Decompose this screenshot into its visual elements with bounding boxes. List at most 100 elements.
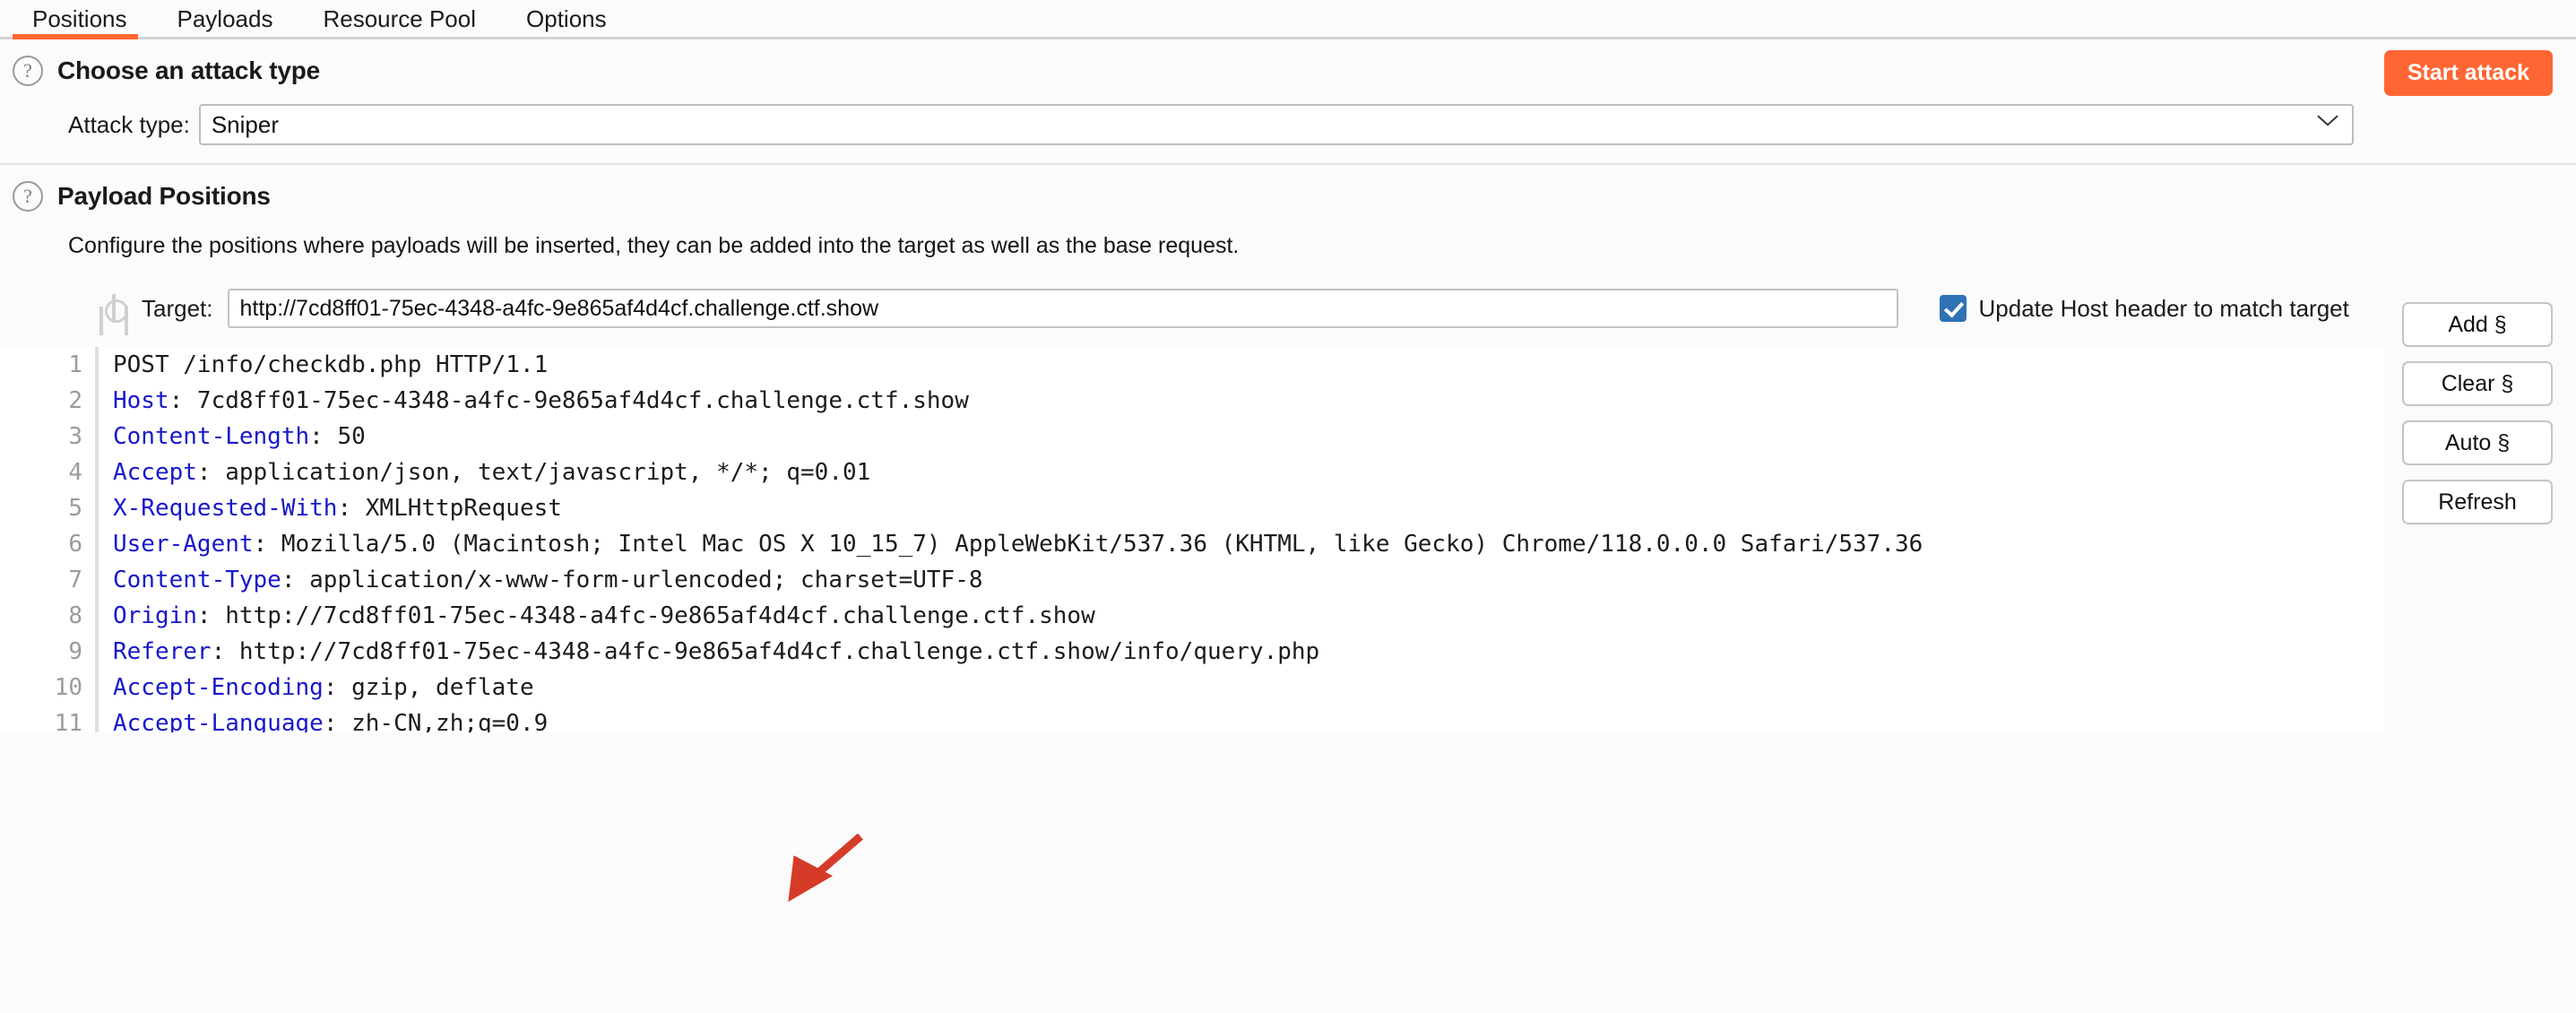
intruder-tab-bar: Positions Payloads Resource Pool Options [0,0,2576,39]
header-name: Referer [113,638,212,665]
header-value: http://7cd8ff01-75ec-4348-a4fc-9e865af4d… [225,638,1320,665]
positions-panel: Target: Update Host header to match targ… [0,282,2576,732]
header-value: gzip, deflate [337,674,534,701]
update-host-checkbox[interactable] [1939,295,1967,322]
code-line[interactable]: 6 User-Agent: Mozilla/5.0 (Macintosh; In… [0,526,2384,562]
header-value: Mozilla/5.0 (Macintosh; Intel Mac OS X 1… [267,531,1923,558]
tab-resource-pool[interactable]: Resource Pool [303,0,506,39]
header-colon: : [211,638,226,665]
attack-type-select[interactable]: Sniper [198,104,2354,145]
line-content: Content-Type: application/x-www-form-url… [97,562,983,598]
target-label: Target: [142,294,213,322]
header-name: Host [113,387,169,414]
start-attack-button[interactable]: Start attack [2383,50,2553,96]
header-value: XMLHttpRequest [351,495,562,522]
code-line[interactable]: 3 Content-Length: 50 [0,419,2384,455]
line-content: Referer: http://7cd8ff01-75ec-4348-a4fc-… [97,634,1319,670]
update-host-checkbox-group[interactable]: Update Host header to match target [1939,294,2349,323]
header-colon: : [196,602,212,629]
code-line[interactable]: 2 Host: 7cd8ff01-75ec-4348-a4fc-9e865af4… [0,383,2384,419]
header-name: Origin [113,602,197,629]
code-line[interactable]: 10 Accept-Encoding: gzip, deflate [0,670,2384,706]
line-number: 4 [0,455,97,490]
line-number: 9 [0,634,97,670]
payload-positions-title: Payload Positions [57,182,271,210]
line-content: Host: 7cd8ff01-75ec-4348-a4fc-9e865af4d4… [97,383,969,419]
line-content: X-Requested-With: XMLHttpRequest [97,490,562,526]
header-value: application/x-www-form-urlencoded; chars… [295,567,983,593]
code-line[interactable]: 8 Origin: http://7cd8ff01-75ec-4348-a4fc… [0,598,2384,634]
header-name: Accept [113,459,197,486]
attack-type-label: Attack type: [68,110,190,138]
tab-payloads-label: Payloads [177,5,273,32]
refresh-button[interactable]: Refresh [2402,480,2553,524]
attack-type-row: Attack type: Sniper [0,93,2576,160]
line-content: POST /info/checkdb.php HTTP/1.1 [113,351,549,378]
line-content: Content-Length: 50 [97,419,366,455]
line-number: 6 [0,526,97,562]
update-host-label: Update Host header to match target [1978,294,2349,322]
tab-positions[interactable]: Positions [13,0,158,39]
header-value: application/json, text/javascript, */*; … [211,459,871,486]
header-name: Accept-Encoding [113,674,324,701]
line-content: Accept: application/json, text/javascrip… [97,455,870,490]
code-line[interactable]: 9 Referer: http://7cd8ff01-75ec-4348-a4f… [0,634,2384,670]
line-number: 11 [0,706,97,732]
attack-type-selected-value: Sniper [211,111,279,138]
position-marker-buttons: Add § Clear § Auto § Refresh [2402,302,2553,524]
payload-positions-section: ? Payload Positions Configure the positi… [0,165,2576,732]
add-marker-button[interactable]: Add § [2402,302,2553,347]
header-name: User-Agent [113,531,254,558]
header-colon: : [253,531,268,558]
tab-options-label: Options [526,5,607,32]
line-content: User-Agent: Mozilla/5.0 (Macintosh; Inte… [97,526,1923,562]
line-number: 2 [0,383,97,419]
line-number: 10 [0,670,97,706]
header-colon: : [196,459,212,486]
header-name: Content-Type [113,567,281,593]
request-editor[interactable]: 1 POST /info/checkdb.php HTTP/1.1 2 Host… [0,347,2384,732]
tab-resource-pool-label: Resource Pool [323,5,477,32]
header-name: Accept-Language [113,710,324,732]
attack-type-section: ? Choose an attack type Start attack Att… [0,39,2576,160]
target-input[interactable] [227,289,1898,328]
code-line[interactable]: 1 POST /info/checkdb.php HTTP/1.1 [0,347,2384,383]
question-mark-icon[interactable]: ? [13,181,43,212]
code-line[interactable]: 11 Accept-Language: zh-CN,zh;q=0.9 [0,706,2384,732]
header-value: 7cd8ff01-75ec-4348-a4fc-9e865af4d4cf.cha… [183,387,969,414]
header-colon: : [323,674,338,701]
header-colon: : [169,387,184,414]
crosshair-icon [100,294,128,323]
header-colon: : [281,567,296,593]
code-line[interactable]: 4 Accept: application/json, text/javascr… [0,455,2384,490]
tab-payloads[interactable]: Payloads [158,0,304,39]
header-colon: : [323,710,338,732]
attack-type-select-wrap: Sniper [198,104,2354,145]
header-colon: : [309,423,324,450]
header-value: 50 [323,423,366,450]
code-line[interactable]: 7 Content-Type: application/x-www-form-u… [0,562,2384,598]
payload-positions-header: ? Payload Positions [0,165,2576,219]
line-content: Accept-Encoding: gzip, deflate [97,670,534,706]
header-value: http://7cd8ff01-75ec-4348-a4fc-9e865af4d… [211,602,1095,629]
question-mark-icon[interactable]: ? [13,56,43,86]
header-name: Content-Length [113,423,310,450]
line-number: 1 [0,347,97,383]
line-number: 7 [0,562,97,598]
header-name: X-Requested-With [113,495,338,522]
line-content: Accept-Language: zh-CN,zh;q=0.9 [97,706,548,732]
attack-type-header: ? Choose an attack type Start attack [0,39,2576,96]
target-row: Target: Update Host header to match targ… [0,282,2576,334]
auto-markers-button[interactable]: Auto § [2402,420,2553,465]
line-number: 3 [0,419,97,455]
header-colon: : [337,495,352,522]
clear-markers-button[interactable]: Clear § [2402,361,2553,406]
line-number: 5 [0,490,97,526]
payload-positions-description: Configure the positions where payloads w… [68,233,1240,258]
code-line[interactable]: 5 X-Requested-With: XMLHttpRequest [0,490,2384,526]
tab-options[interactable]: Options [506,0,637,39]
annotation-arrow-icon [771,820,887,910]
line-number: 8 [0,598,97,634]
tab-positions-label: Positions [32,5,127,32]
header-value: zh-CN,zh;q=0.9 [337,710,549,732]
